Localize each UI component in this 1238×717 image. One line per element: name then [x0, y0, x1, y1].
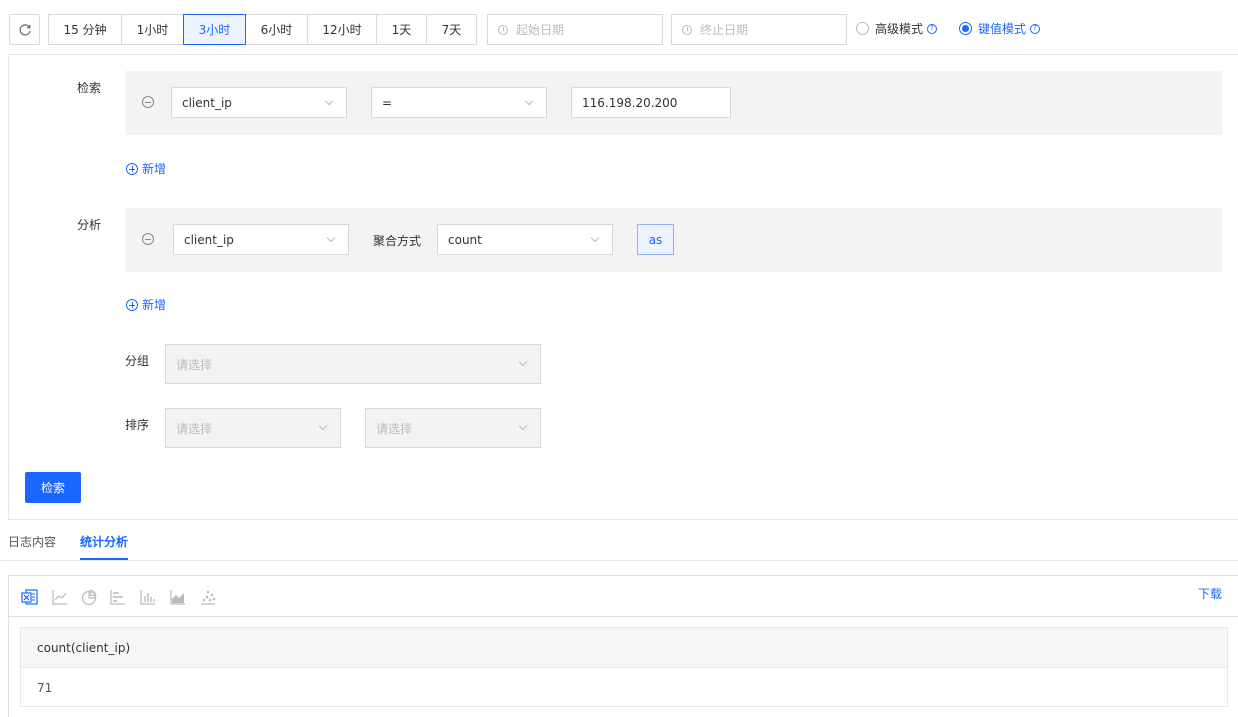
analysis-label: 分析	[77, 218, 102, 232]
search-operator-value: =	[382, 95, 393, 110]
group-select[interactable]: 请选择	[165, 344, 541, 384]
group-label: 分组	[125, 354, 150, 368]
chevron-down-icon	[590, 233, 600, 243]
advanced-mode-radio[interactable]: 高级模式 ?	[856, 20, 938, 37]
tab-stats[interactable]: 统计分析	[80, 533, 128, 550]
result-table: count(client_ip) 71	[20, 627, 1228, 707]
advanced-mode-label: 高级模式	[875, 22, 924, 36]
chevron-down-icon	[324, 96, 334, 106]
help-icon[interactable]: ?	[1030, 23, 1041, 34]
range-12h-button[interactable]: 12小时	[307, 14, 377, 45]
kv-mode-label: 键值模式	[978, 22, 1027, 36]
sort-field-placeholder: 请选择	[176, 421, 213, 436]
search-field-select[interactable]: client_ip	[171, 87, 347, 118]
start-date-input[interactable]: 起始日期	[487, 14, 663, 45]
remove-condition-icon[interactable]	[142, 96, 154, 108]
sort-field-select[interactable]: 请选择	[165, 408, 341, 448]
scatter-icon[interactable]	[199, 588, 217, 606]
range-1h-button[interactable]: 1小时	[121, 14, 184, 45]
result-panel: 下载 count(client_ip) 71	[8, 575, 1238, 717]
aggregation-select[interactable]: count	[437, 224, 613, 255]
end-date-placeholder: 终止日期	[700, 23, 749, 37]
sort-label: 排序	[125, 418, 150, 432]
chevron-down-icon	[318, 421, 328, 431]
tabs-divider	[0, 560, 1238, 561]
search-value-input[interactable]: 116.198.20.200	[571, 87, 731, 118]
add-analysis-label: 新增	[142, 298, 167, 312]
aggregation-label: 聚合方式	[373, 234, 422, 248]
excel-icon[interactable]	[21, 588, 39, 606]
pie-chart-icon[interactable]	[80, 588, 98, 606]
range-7d-button[interactable]: 7天	[426, 14, 477, 45]
search-label: 检索	[77, 81, 102, 95]
search-button[interactable]: 检索	[25, 472, 81, 503]
add-analysis-link[interactable]: 新增	[126, 296, 166, 313]
bar-chart-icon[interactable]	[139, 588, 157, 606]
range-6h-button[interactable]: 6小时	[245, 14, 308, 45]
column-header: count(client_ip)	[21, 628, 1227, 668]
result-toolbar-divider	[9, 616, 1238, 617]
add-search-condition-link[interactable]: 新增	[126, 160, 166, 177]
chevron-down-icon	[524, 96, 534, 106]
add-search-label: 新增	[142, 162, 167, 176]
plus-circle-icon	[126, 162, 138, 175]
sort-order-placeholder: 请选择	[376, 421, 413, 436]
chevron-down-icon	[518, 357, 528, 367]
clock-icon	[498, 24, 508, 35]
analysis-field-value: client_ip	[184, 232, 234, 247]
range-1d-button[interactable]: 1天	[376, 14, 427, 45]
range-3h-button[interactable]: 3小时	[183, 14, 246, 45]
radio-unchecked-icon	[856, 22, 869, 35]
chevron-down-icon	[326, 233, 336, 243]
help-icon[interactable]: ?	[927, 23, 938, 34]
remove-analysis-icon[interactable]	[142, 233, 154, 245]
active-tab-indicator	[80, 558, 128, 560]
download-link[interactable]: 下载	[1198, 585, 1222, 602]
aggregation-value: count	[448, 232, 482, 247]
group-placeholder: 请选择	[176, 357, 213, 372]
end-date-input[interactable]: 终止日期	[671, 14, 847, 45]
table-cell: 71	[37, 681, 53, 695]
line-chart-icon[interactable]	[51, 588, 69, 606]
area-chart-icon[interactable]	[169, 588, 187, 606]
sort-order-select[interactable]: 请选择	[365, 408, 541, 448]
search-field-value: client_ip	[182, 95, 232, 110]
start-date-placeholder: 起始日期	[516, 23, 565, 37]
refresh-button[interactable]	[9, 14, 40, 45]
refresh-icon	[19, 23, 31, 35]
plus-circle-icon	[126, 298, 138, 311]
radio-checked-icon	[959, 22, 972, 35]
kv-mode-radio[interactable]: 键值模式 ?	[959, 20, 1041, 37]
time-range-group: 15 分钟 1小时 3小时 6小时 12小时 1天 7天	[48, 14, 477, 45]
analysis-field-select[interactable]: client_ip	[173, 224, 349, 255]
tab-log-content[interactable]: 日志内容	[8, 533, 56, 550]
as-button[interactable]: as	[637, 224, 674, 255]
range-15min-button[interactable]: 15 分钟	[48, 14, 122, 45]
bar-h-icon[interactable]	[109, 588, 127, 606]
clock-icon	[682, 24, 692, 35]
search-operator-select[interactable]: =	[371, 87, 547, 118]
chevron-down-icon	[518, 421, 528, 431]
